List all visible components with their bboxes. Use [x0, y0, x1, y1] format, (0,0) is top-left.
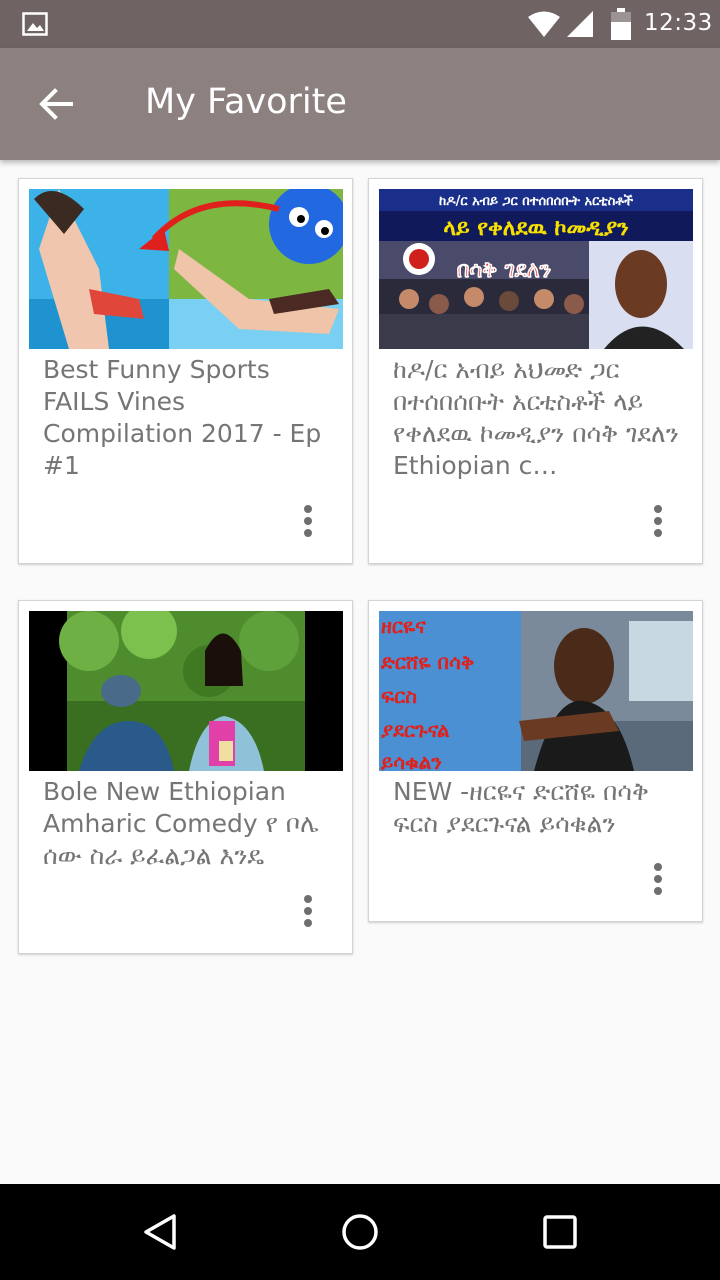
video-thumbnail[interactable]: ዘርዬና ድርሸዬ በሳቅ ፍርስ ያደርጉናል ይሳቁልን	[379, 611, 693, 771]
video-thumbnail[interactable]: ከዶ/ር አብይ ጋር በተሰበሰቡት አርቲስቶች ላይ የቀለደዉ ኮመዲያ…	[379, 189, 693, 349]
video-card[interactable]: Bole New Ethiopian Amharic Comedy የ ቦሌ ሰ…	[18, 600, 353, 954]
video-thumbnail[interactable]	[29, 189, 343, 349]
thumbnail-text-line: በሳቅ ገደለን	[457, 258, 551, 283]
nav-home-button[interactable]	[336, 1208, 384, 1256]
more-options-button[interactable]	[646, 501, 670, 541]
arrow-left-icon	[39, 88, 73, 120]
nav-recents-button[interactable]	[536, 1208, 584, 1256]
thumbnail-text-line: ይሳቁልን	[380, 750, 442, 771]
signal-icon	[567, 11, 593, 37]
thumbnail-text-line: ድርሸዬ በሳቅ	[380, 650, 474, 674]
more-options-button[interactable]	[296, 891, 320, 931]
video-thumbnail[interactable]	[29, 611, 343, 771]
video-title[interactable]: NEW -ዘርዬና ድርሸዬ በሳቅ ፍርስ ያደርጉናል ይሳቁልን	[393, 776, 683, 840]
back-triangle-icon	[144, 1214, 176, 1250]
more-vert-icon	[304, 895, 312, 903]
video-card[interactable]: ከዶ/ር አብይ ጋር በተሰበሰቡት አርቲስቶች ላይ የቀለደዉ ኮመዲያ…	[368, 178, 703, 564]
thumbnail-text-line: ያደርጉናል	[381, 718, 450, 742]
navigation-bar	[0, 1184, 720, 1280]
back-button[interactable]	[20, 70, 92, 138]
thumbnail-text-line: ከዶ/ር አብይ ጋር በተሰበሰቡት አርቲስቶች	[439, 194, 634, 209]
more-vert-icon	[654, 505, 662, 513]
more-vert-icon	[304, 505, 312, 513]
image-notification-icon	[22, 12, 48, 36]
more-vert-icon	[654, 863, 662, 871]
thumbnail-text-line: ፍርስ	[381, 684, 417, 708]
recents-square-icon	[543, 1215, 577, 1249]
clock: 12:33	[644, 10, 713, 36]
video-card[interactable]: Best Funny Sports FAILS Vines Compilatio…	[18, 178, 353, 564]
video-title[interactable]: ከዶ/ር አብይ አህመድ ጋር በተሰበሰቡት አርቲስቶች ላይ የቀለደዉ…	[393, 354, 683, 482]
more-options-button[interactable]	[296, 501, 320, 541]
app-bar: My Favorite	[0, 48, 720, 160]
more-options-button[interactable]	[646, 859, 670, 899]
video-title[interactable]: Bole New Ethiopian Amharic Comedy የ ቦሌ ሰ…	[43, 776, 333, 872]
video-title[interactable]: Best Funny Sports FAILS Vines Compilatio…	[43, 354, 333, 482]
home-circle-icon	[342, 1214, 378, 1250]
status-bar: 12:33	[0, 0, 720, 48]
thumbnail-text-line: ዘርዬና	[381, 614, 426, 638]
nav-back-button[interactable]	[136, 1208, 184, 1256]
wifi-icon	[528, 11, 560, 37]
video-card[interactable]: ዘርዬና ድርሸዬ በሳቅ ፍርስ ያደርጉናል ይሳቁልን NEW -ዘርዬና…	[368, 600, 703, 922]
battery-icon	[611, 8, 631, 40]
page-title: My Favorite	[145, 82, 347, 122]
thumbnail-text-line: ላይ የቀለደዉ ኮመዲያን	[443, 216, 628, 241]
